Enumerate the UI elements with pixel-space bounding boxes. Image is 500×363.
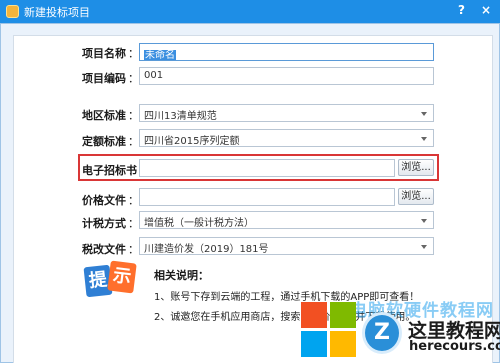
windows-logo-icon (301, 302, 357, 358)
project-code-colon: ： (128, 72, 139, 85)
tip-icon: 提 示 (83, 260, 137, 302)
project-name-input[interactable]: 未命名 (139, 43, 434, 61)
tax-document-select[interactable]: 川建造价发（2019）181号 (139, 237, 434, 255)
tax-method-select[interactable]: 增值税（一般计税方法） (139, 211, 434, 229)
price-file-browse-button[interactable]: 浏览... (398, 188, 434, 205)
region-standard-select[interactable]: 四川13清单规范 (139, 104, 434, 122)
electronic-bid-browse-button[interactable]: 浏览... (398, 159, 434, 176)
notes-title: 相关说明： (154, 269, 209, 282)
project-code-input[interactable]: 001 (139, 67, 434, 85)
window-title: 新建投标项目 (24, 6, 90, 19)
tip-icon-char-2: 示 (107, 260, 137, 294)
title-bar: 新建投标项目 ? × (0, 0, 500, 23)
region-standard-colon: ： (128, 109, 139, 122)
quota-standard-colon: ： (128, 135, 139, 148)
quota-standard-select[interactable]: 四川省2015序列定额 (139, 129, 434, 147)
electronic-bid-colon: ： (128, 164, 139, 177)
app-icon (6, 5, 19, 18)
price-file-colon: ： (128, 194, 139, 207)
site-url: herecours.com (409, 339, 500, 354)
close-button[interactable]: × (481, 3, 491, 17)
price-file-input[interactable] (139, 188, 395, 206)
help-button[interactable]: ? (458, 3, 465, 17)
electronic-bid-input[interactable] (139, 159, 395, 177)
project-name-colon: ： (128, 47, 139, 60)
project-name-value: 未命名 (144, 50, 176, 61)
site-logo-icon: Z (362, 312, 402, 354)
tax-method-colon: ： (128, 217, 139, 230)
tax-document-colon: ： (128, 243, 139, 256)
